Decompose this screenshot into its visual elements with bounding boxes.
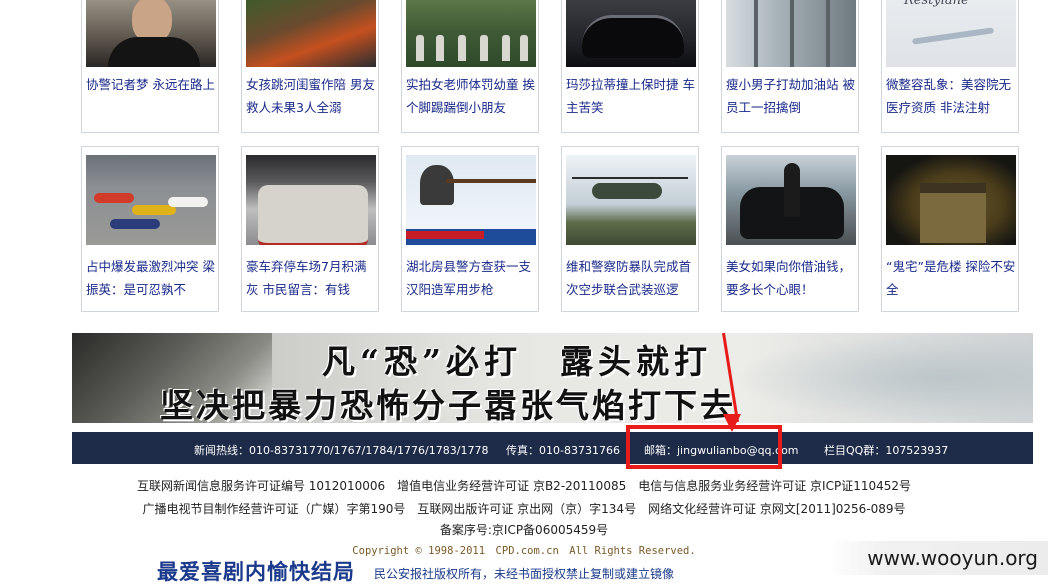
news-thumbnail[interactable] xyxy=(246,155,376,245)
news-card[interactable]: 协警记者梦 永远在路上 xyxy=(81,0,219,133)
news-thumbnail[interactable]: Restylane xyxy=(886,0,1016,67)
campaign-banner[interactable]: 凡“恐”必打 露头就打 坚决把暴力恐怖分子嚣张气焰打下去 xyxy=(72,333,1033,423)
news-hotline: 新闻热线：010-83731770/1767/1784/1776/1783/17… xyxy=(194,444,489,457)
news-thumbnail[interactable] xyxy=(86,155,216,245)
news-thumbnail[interactable] xyxy=(406,155,536,245)
news-card[interactable]: Restylane 微整容乱象：美容院无医疗资质 非法注射 xyxy=(881,0,1019,133)
overlay-caption: 最爱喜剧内愉快结局 xyxy=(157,560,355,584)
news-caption-link[interactable]: 玛莎拉蒂撞上保时捷 车主苦笑 xyxy=(566,73,696,119)
news-caption-link[interactable]: 协警记者梦 永远在路上 xyxy=(86,73,216,119)
news-caption-link[interactable]: 微整容乱象：美容院无医疗资质 非法注射 xyxy=(886,73,1016,119)
news-caption-link[interactable]: 瘦小男子打劫加油站 被员工一招擒倒 xyxy=(726,73,856,119)
news-card[interactable]: 占中爆发最激烈冲突 梁振英：是可忍孰不 xyxy=(81,146,219,312)
news-card[interactable]: 湖北房县警方查获一支汉阳造军用步枪 xyxy=(401,146,539,312)
news-card[interactable]: 美女如果向你借油钱，要多长个心眼！ xyxy=(721,146,859,312)
news-caption-link[interactable]: 女孩跳河闺蜜作陪 男友救人未果3人全溺 xyxy=(246,73,376,119)
news-thumbnail[interactable] xyxy=(726,155,856,245)
news-caption-link[interactable]: 实拍女老师体罚幼童 挨个脚踢踹倒小朋友 xyxy=(406,73,536,119)
site-watermark: www.wooyun.org xyxy=(828,541,1048,575)
news-thumbnail[interactable] xyxy=(566,155,696,245)
news-caption-link[interactable]: 湖北房县警方查获一支汉阳造军用步枪 xyxy=(406,255,536,301)
news-thumbnail[interactable] xyxy=(566,0,696,67)
icp-record: 备案序号:京ICP备06005459号 xyxy=(439,523,609,537)
news-card[interactable]: 瘦小男子打劫加油站 被员工一招擒倒 xyxy=(721,0,859,133)
news-card[interactable]: 豪车弃停车场7月积满灰 市民留言：有钱 xyxy=(241,146,379,312)
news-thumbnail[interactable] xyxy=(406,0,536,67)
thumbnail-product-text: Restylane xyxy=(904,0,969,8)
news-caption-link[interactable]: 豪车弃停车场7月积满灰 市民留言：有钱 xyxy=(246,255,376,301)
news-card[interactable]: 维和警察防暴队完成首次空步联合武装巡逻 xyxy=(561,146,699,312)
news-caption-link[interactable]: “鬼宅”是危楼 探险不安全 xyxy=(886,255,1016,301)
news-caption-link[interactable]: 维和警察防暴队完成首次空步联合武装巡逻 xyxy=(566,255,696,301)
license-line-1: 互联网新闻信息服务许可证编号 1012010006 增值电信业务经营许可证 京B… xyxy=(136,479,912,493)
news-thumbnail[interactable] xyxy=(246,0,376,67)
news-card[interactable]: 实拍女老师体罚幼童 挨个脚踢踹倒小朋友 xyxy=(401,0,539,133)
news-caption-link[interactable]: 占中爆发最激烈冲突 梁振英：是可忍孰不 xyxy=(86,255,216,301)
contact-bar: 新闻热线：010-83731770/1767/1784/1776/1783/17… xyxy=(72,432,1033,464)
license-line-2: 广播电视节目制作经营许可证（广媒）字第190号 互联网出版许可证 京出网（京）字… xyxy=(142,502,906,516)
news-thumbnail[interactable] xyxy=(886,155,1016,245)
banner-slogan-line-1: 凡“恐”必打 露头就打 xyxy=(322,342,712,381)
annotation-highlight-box xyxy=(626,425,782,469)
banner-slogan-line-2: 坚决把暴力恐怖分子嚣张气焰打下去 xyxy=(160,386,736,423)
news-thumbnail[interactable] xyxy=(726,0,856,67)
news-thumbnail[interactable] xyxy=(86,0,216,67)
news-card[interactable]: 玛莎拉蒂撞上保时捷 车主苦笑 xyxy=(561,0,699,133)
fax-number: 传真：010-83731766 xyxy=(506,444,620,457)
news-caption-link[interactable]: 美女如果向你借油钱，要多长个心眼！ xyxy=(726,255,856,301)
news-card[interactable]: “鬼宅”是危楼 探险不安全 xyxy=(881,146,1019,312)
qq-group: 栏目QQ群：107523937 xyxy=(824,444,949,457)
news-card[interactable]: 女孩跳河闺蜜作陪 男友救人未果3人全溺 xyxy=(241,0,379,133)
map-background xyxy=(733,333,1033,423)
